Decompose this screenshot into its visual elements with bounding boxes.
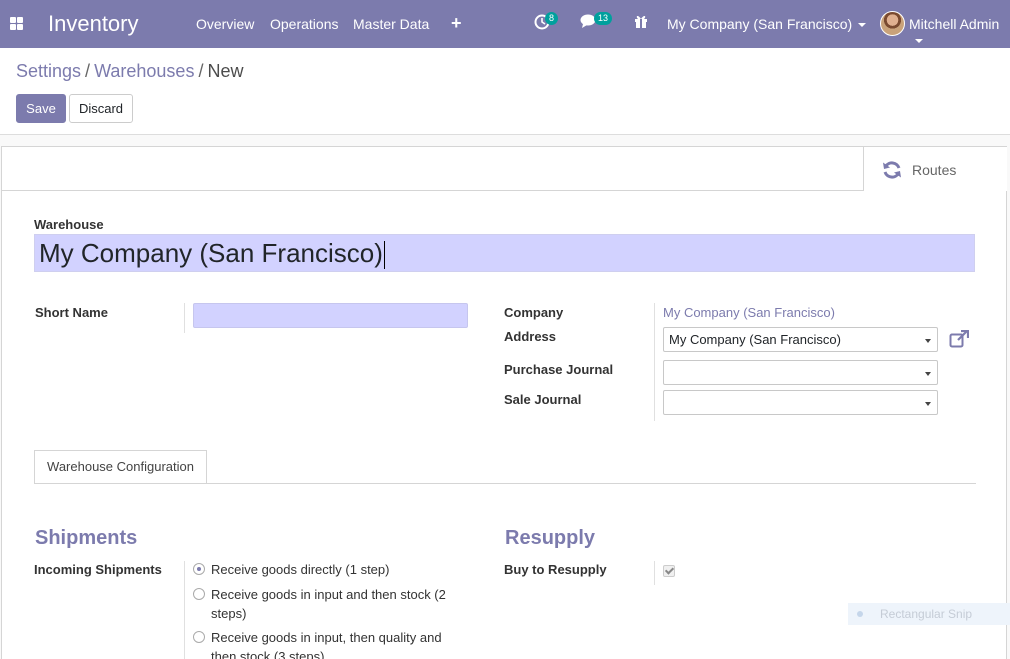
snip-dot-icon [857, 611, 863, 617]
breadcrumb-current: New [207, 61, 244, 81]
snip-label: Rectangular Snip [880, 607, 973, 621]
breadcrumb: Settings / Warehouses / New [16, 61, 243, 82]
shipments-title: Shipments [35, 527, 138, 549]
resupply-title: Resupply [505, 527, 596, 549]
field-separator [654, 303, 655, 421]
warehouse-label: Warehouse [34, 217, 104, 232]
menu-master-data[interactable]: Master Data [353, 16, 429, 32]
sale-journal-select[interactable] [663, 390, 938, 415]
purchase-journal-label: Purchase Journal [504, 362, 614, 377]
text-cursor [383, 241, 385, 270]
chevron-down-icon [925, 339, 931, 343]
short-name-label: Short Name [35, 305, 108, 320]
form-sheet: Routes Warehouse My Company (San Francis… [1, 146, 1007, 659]
radio-label-continued: steps) [211, 606, 247, 621]
menu-overview[interactable]: Overview [196, 16, 254, 32]
radio-three-steps[interactable]: Receive goods in input, then quality and… [193, 628, 442, 659]
address-select[interactable]: My Company (San Francisco) [663, 327, 938, 352]
top-navbar: Inventory Overview Operations Master Dat… [0, 0, 1010, 48]
warehouse-name-value: My Company (San Francisco) [39, 238, 383, 268]
tab-underline [34, 483, 976, 484]
breadcrumb-separator: / [85, 61, 91, 81]
radio-two-steps[interactable]: Receive goods in input and then stock (2… [193, 585, 446, 623]
field-separator [184, 303, 185, 333]
chevron-down-icon [925, 372, 931, 376]
warehouse-name-input[interactable]: My Company (San Francisco) [34, 234, 975, 272]
routes-button[interactable]: Routes [863, 147, 1007, 191]
breadcrumb-settings[interactable]: Settings [16, 61, 81, 81]
gift-systray[interactable] [634, 14, 648, 32]
activity-systray[interactable]: 8 [534, 12, 559, 33]
company-label: Company [504, 305, 564, 320]
external-link-icon[interactable] [949, 330, 969, 348]
routes-label: Routes [912, 162, 957, 178]
field-separator [654, 561, 655, 585]
sale-journal-label: Sale Journal [504, 392, 582, 407]
refresh-icon [883, 161, 901, 179]
radio-label: Receive goods in input and then stock (2 [211, 587, 446, 602]
radio-label: Receive goods in input, then quality and [211, 630, 442, 645]
radio-label: Receive goods directly (1 step) [211, 562, 390, 577]
chevron-down-icon [915, 39, 923, 44]
avatar[interactable] [880, 11, 905, 36]
radio-button[interactable] [193, 563, 205, 575]
company-switcher-label: My Company (San Francisco) [667, 16, 853, 32]
app-title[interactable]: Inventory [48, 11, 139, 37]
breadcrumb-separator: / [198, 61, 204, 81]
menu-operations[interactable]: Operations [270, 16, 338, 32]
radio-label-continued: then stock (3 steps) [211, 649, 325, 659]
address-label: Address [504, 329, 557, 344]
incoming-shipments-label: Incoming Shipments [34, 562, 162, 577]
radio-button[interactable] [193, 588, 205, 600]
buy-to-resupply-checkbox[interactable] [663, 565, 675, 577]
tab-warehouse-configuration[interactable]: Warehouse Configuration [34, 450, 207, 484]
short-name-input[interactable] [193, 303, 468, 328]
address-value: My Company (San Francisco) [669, 332, 841, 347]
save-button[interactable]: Save [16, 94, 66, 123]
breadcrumb-warehouses[interactable]: Warehouses [94, 61, 194, 81]
button-box: Routes [2, 147, 1007, 191]
company-value[interactable]: My Company (San Francisco) [663, 305, 835, 320]
activity-count-badge: 8 [545, 12, 559, 25]
company-switcher[interactable]: My Company (San Francisco) [667, 16, 867, 32]
chevron-down-icon [858, 23, 867, 28]
radio-button[interactable] [193, 631, 205, 643]
chevron-down-icon [925, 402, 931, 406]
messaging-systray[interactable]: 13 [580, 12, 613, 32]
purchase-journal-select[interactable] [663, 360, 938, 385]
rectangular-snip-overlay: Rectangular Snip [848, 603, 1010, 625]
discard-button[interactable]: Discard [69, 94, 133, 123]
buy-to-resupply-label: Buy to Resupply [504, 562, 607, 577]
apps-icon[interactable] [10, 17, 23, 30]
radio-one-step[interactable]: Receive goods directly (1 step) [193, 560, 389, 579]
field-separator [184, 561, 185, 659]
user-name: Mitchell Admin [909, 16, 1000, 32]
gift-icon [635, 15, 647, 28]
message-count-badge: 13 [594, 12, 613, 25]
user-menu[interactable]: Mitchell Admin [909, 16, 1010, 48]
plus-icon[interactable]: + [451, 13, 462, 34]
